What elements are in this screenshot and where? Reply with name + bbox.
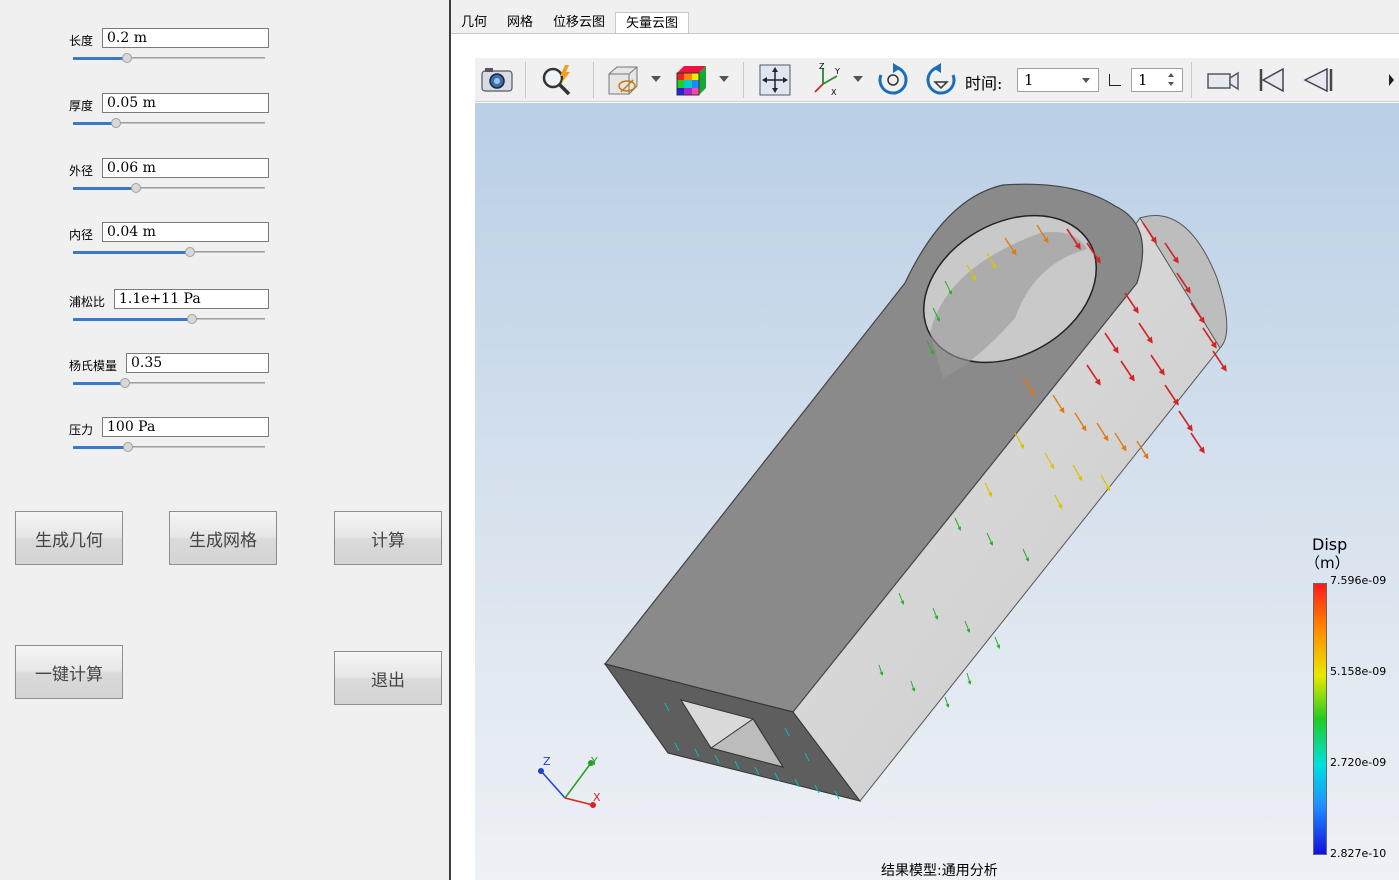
legend-value-2: 5.158e-09 [1330, 665, 1387, 678]
slider-handle[interactable] [111, 118, 121, 128]
thickness-input[interactable]: 0.05 m [102, 93, 269, 113]
poisson-ratio-slider[interactable] [73, 314, 265, 324]
fit-view-icon[interactable] [757, 62, 793, 98]
tab-displacement-contour[interactable]: 位移云图 [543, 12, 615, 34]
step-checkbox[interactable] [1109, 74, 1121, 86]
slider-handle[interactable] [123, 442, 133, 452]
youngs-modulus-input[interactable]: 0.35 [126, 353, 269, 373]
length-input[interactable]: 0.2 m [102, 28, 269, 48]
slider-fill [73, 446, 128, 449]
first-frame-icon[interactable] [1253, 62, 1289, 98]
slider-handle[interactable] [187, 314, 197, 324]
pressure-input[interactable]: 100 Pa [102, 417, 269, 437]
step-spinbox[interactable]: 1 [1131, 68, 1183, 92]
color-map-icon[interactable] [673, 62, 709, 98]
generate-geometry-button[interactable]: 生成几何 [15, 511, 123, 565]
parameter-panel: 长度 0.2 m 厚度 0.05 m 外径 0.06 m 内径 0.04 m 浦… [0, 0, 449, 880]
outer-diameter-slider[interactable] [73, 183, 265, 193]
prev-frame-icon[interactable] [1301, 62, 1337, 98]
slider-fill [73, 382, 125, 385]
triad-x-label: X [593, 791, 601, 804]
more-tools-icon[interactable] [1381, 62, 1395, 98]
poisson-ratio-label: 浦松比 [69, 295, 106, 309]
slider-fill [73, 251, 190, 254]
result-panel: 几何 网格 位移云图 矢量云图 Z Y X 时间: 1 1 Z Y X Disp… [449, 0, 1399, 880]
toolbar-separator [743, 62, 744, 98]
color-legend-bar [1313, 583, 1327, 855]
thickness-slider[interactable] [73, 118, 265, 128]
orientation-triad: Z Y X [538, 755, 601, 808]
length-slider[interactable] [73, 53, 265, 63]
one-click-compute-button[interactable]: 一键计算 [15, 645, 123, 699]
chevron-down-icon[interactable] [651, 76, 661, 82]
slider-fill [73, 57, 127, 60]
inner-diameter-input[interactable]: 0.04 m [102, 222, 269, 242]
3d-viewport[interactable]: Z Y X Disp （m） 7.596e-09 5.158e-09 2.720… [475, 103, 1399, 880]
chevron-down-icon[interactable] [719, 76, 729, 82]
svg-text:Z: Z [819, 62, 825, 71]
slider-handle[interactable] [131, 183, 141, 193]
legend-value-3: 2.720e-09 [1330, 756, 1387, 769]
slider-handle[interactable] [185, 247, 195, 257]
toolbar-separator [1191, 62, 1192, 98]
toolbar-separator [525, 62, 526, 98]
vector-field-model: Z Y X [538, 183, 1228, 808]
video-icon[interactable] [1205, 62, 1241, 98]
axes-icon[interactable]: Z Y X [807, 62, 843, 98]
time-select[interactable]: 1 [1017, 68, 1099, 92]
outer-diameter-input[interactable]: 0.06 m [102, 158, 269, 178]
outer-diameter-label: 外径 [69, 164, 94, 178]
slider-fill [73, 318, 192, 321]
slider-fill [73, 122, 116, 125]
slider-handle[interactable] [120, 378, 130, 388]
step-spinbox-value: 1 [1138, 71, 1148, 89]
camera-icon[interactable] [479, 62, 515, 98]
tab-bar: 几何 网格 位移云图 矢量云图 [451, 12, 690, 34]
rotate-ccw-icon[interactable] [923, 62, 959, 98]
tab-vector-contour[interactable]: 矢量云图 [615, 12, 690, 34]
slider-fill [73, 187, 136, 190]
legend-max: 7.596e-09 [1330, 574, 1387, 587]
pressure-label: 压力 [69, 423, 94, 437]
legend-unit: （m） [1305, 554, 1350, 572]
display-mode-icon[interactable] [605, 62, 641, 98]
compute-button[interactable]: 计算 [334, 511, 442, 565]
pressure-slider[interactable] [73, 442, 265, 452]
legend-min: 2.827e-10 [1330, 847, 1387, 860]
thickness-label: 厚度 [69, 99, 94, 113]
viewer-toolbar: Z Y X 时间: 1 1 [475, 58, 1399, 102]
length-label: 长度 [69, 34, 94, 48]
generate-mesh-button[interactable]: 生成网格 [169, 511, 277, 565]
inner-diameter-slider[interactable] [73, 247, 265, 257]
chevron-down-icon[interactable] [853, 76, 863, 82]
tab-mesh[interactable]: 网格 [497, 12, 543, 34]
youngs-modulus-slider[interactable] [73, 378, 265, 388]
result-model-caption: 结果模型:通用分析 [881, 863, 998, 879]
inner-diameter-label: 内径 [69, 228, 94, 242]
youngs-modulus-label: 杨氏模量 [69, 359, 118, 373]
chevron-down-icon [1082, 78, 1090, 83]
spin-down-icon[interactable] [1168, 82, 1174, 86]
toolbar-separator [593, 62, 594, 98]
poisson-ratio-input[interactable]: 1.1e+11 Pa [114, 289, 269, 309]
rotate-cw-icon[interactable] [875, 62, 911, 98]
tab-geometry[interactable]: 几何 [451, 12, 497, 34]
time-select-value: 1 [1024, 71, 1034, 89]
spin-up-icon[interactable] [1168, 73, 1174, 77]
triad-y-label: Y [590, 755, 598, 768]
exit-button[interactable]: 退出 [334, 651, 442, 705]
triad-z-label: Z [543, 755, 551, 768]
slider-handle[interactable] [122, 53, 132, 63]
svg-text:X: X [831, 88, 837, 97]
time-label: 时间: [965, 74, 1003, 93]
svg-text:Y: Y [834, 67, 840, 76]
zoom-icon[interactable] [539, 62, 575, 98]
